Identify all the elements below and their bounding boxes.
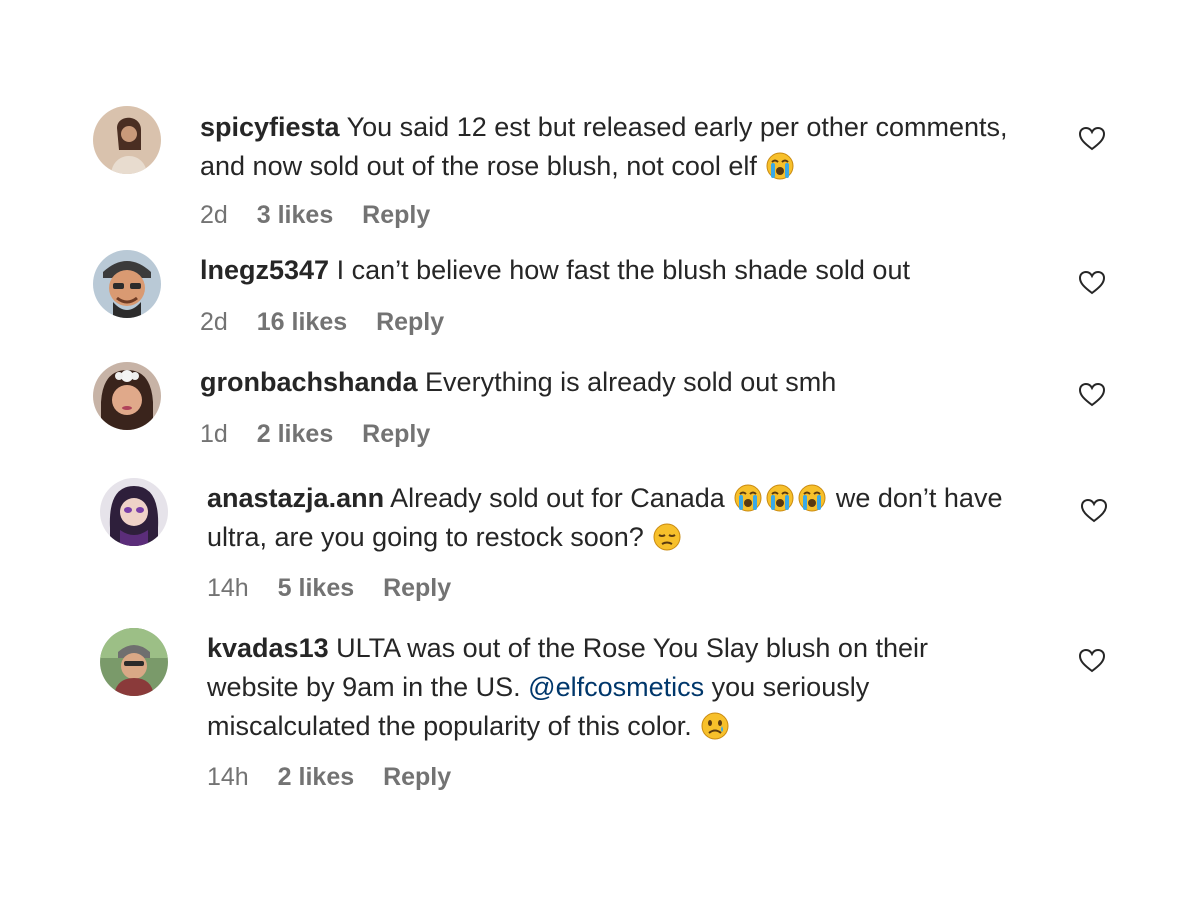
comment-text: lnegz5347 I can’t believe how fast the b… (200, 251, 1050, 290)
heart-icon[interactable] (1078, 381, 1106, 409)
pensive-face-icon (652, 522, 682, 552)
comment-body: I can’t believe how fast the blush shade… (336, 255, 910, 285)
comment-username[interactable]: kvadas13 (207, 633, 329, 663)
avatar[interactable] (100, 478, 168, 546)
comment-text: anastazja.ann Already sold out for Canad… (207, 479, 1037, 557)
loudly-crying-face-icon (797, 483, 827, 513)
loudly-crying-face-icon (765, 483, 795, 513)
sad-face-icon (700, 711, 730, 741)
comment-likes[interactable]: 16 likes (257, 308, 347, 336)
comment-text: kvadas13 ULTA was out of the Rose You Sl… (207, 629, 1027, 746)
comment-username[interactable]: lnegz5347 (200, 255, 329, 285)
reply-button[interactable]: Reply (376, 308, 444, 336)
heart-icon[interactable] (1078, 269, 1106, 297)
comment-body: Already sold out for Canada (390, 483, 725, 513)
comment-time[interactable]: 2d (200, 308, 228, 336)
comment-username[interactable]: spicyfiesta (200, 112, 340, 142)
comment-likes[interactable]: 2 likes (278, 763, 354, 791)
reply-button[interactable]: Reply (362, 201, 430, 229)
reply-button[interactable]: Reply (383, 763, 451, 791)
comment-username[interactable]: gronbachshanda (200, 367, 418, 397)
comment-meta: 14h 2 likes Reply (207, 763, 473, 792)
heart-icon[interactable] (1078, 125, 1106, 153)
comment-likes[interactable]: 5 likes (278, 574, 354, 602)
comment-likes[interactable]: 2 likes (257, 420, 333, 448)
comment-time[interactable]: 14h (207, 574, 249, 602)
avatar[interactable] (93, 106, 161, 174)
heart-icon[interactable] (1078, 647, 1106, 675)
comment-meta: 2d 3 likes Reply (200, 201, 452, 230)
heart-icon[interactable] (1080, 497, 1108, 525)
comment-likes[interactable]: 3 likes (257, 201, 333, 229)
comment-text: gronbachshanda Everything is already sol… (200, 363, 1050, 402)
mention-link[interactable]: @elfcosmetics (528, 672, 704, 702)
reply-button[interactable]: Reply (383, 574, 451, 602)
comment-text: spicyfiesta You said 12 est but released… (200, 108, 1050, 186)
comment-time[interactable]: 1d (200, 420, 228, 448)
comment-meta: 2d 16 likes Reply (200, 308, 466, 337)
avatar[interactable] (100, 628, 168, 696)
comment-time[interactable]: 14h (207, 763, 249, 791)
loudly-crying-face-icon (733, 483, 763, 513)
comment-body: Everything is already sold out smh (425, 367, 837, 397)
loudly-crying-face-icon (765, 151, 795, 181)
avatar[interactable] (93, 250, 161, 318)
comment-username[interactable]: anastazja.ann (207, 483, 384, 513)
comment-meta: 1d 2 likes Reply (200, 420, 452, 449)
avatar[interactable] (93, 362, 161, 430)
comment-time[interactable]: 2d (200, 201, 228, 229)
reply-button[interactable]: Reply (362, 420, 430, 448)
comment-meta: 14h 5 likes Reply (207, 574, 473, 603)
